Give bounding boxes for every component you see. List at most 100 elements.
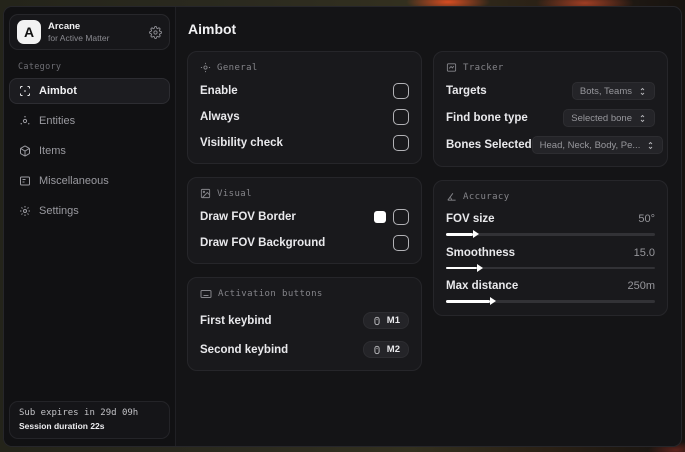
session-duration-text: Session duration 22s: [19, 421, 105, 431]
keybind-value: M1: [386, 315, 400, 326]
visual-card: Visual Draw FOV Border Draw FOV Backgrou…: [187, 177, 422, 264]
setting-row: Targets Bots, Teams: [446, 82, 655, 100]
select-value: Head, Neck, Body, Pe...: [539, 139, 641, 151]
max-distance-slider[interactable]: [446, 300, 655, 303]
general-card: General Enable Always Visibility check: [187, 51, 422, 164]
sidebar-item-entities[interactable]: Entities: [9, 108, 170, 134]
section-title: Tracker: [463, 62, 504, 73]
mouse-icon: [372, 316, 382, 326]
section-title: Visual: [217, 188, 252, 199]
sidebar: A Arcane for Active Matter Category Aimb…: [4, 7, 176, 446]
cube-icon: [19, 145, 31, 157]
entities-orbit-icon: [19, 115, 31, 127]
find-bone-type-select[interactable]: Selected bone: [563, 109, 655, 127]
always-checkbox[interactable]: [393, 108, 409, 125]
fov-size-slider-row: FOV size 50°: [446, 213, 655, 236]
sidebar-item-label: Aimbot: [39, 85, 77, 97]
setting-label: Second keybind: [200, 343, 289, 356]
setting-label: Bones Selected: [446, 139, 532, 151]
subscription-info-card: Sub expires in 29d 09h Session duration …: [9, 401, 170, 439]
mouse-icon: [372, 345, 382, 355]
slider-fill[interactable]: [446, 233, 474, 236]
setting-label: Targets: [446, 85, 487, 97]
brand-text: Arcane for Active Matter: [48, 21, 142, 44]
sidebar-item-label: Settings: [39, 205, 79, 217]
slider-fill[interactable]: [446, 266, 478, 269]
draw-fov-border-checkbox[interactable]: [393, 208, 409, 225]
sidebar-item-settings[interactable]: Settings: [9, 198, 170, 224]
image-icon: [200, 188, 211, 199]
activation-buttons-card: Activation buttons First keybind M1 Seco…: [187, 277, 422, 371]
slider-value: 15.0: [633, 246, 655, 259]
draw-fov-background-checkbox[interactable]: [393, 234, 409, 251]
setting-row: Bones Selected Head, Neck, Body, Pe...: [446, 136, 664, 154]
setting-label: Enable: [200, 84, 238, 97]
sub-expiry-text: Sub expires in 29d 09h: [19, 408, 139, 418]
menu-window: A Arcane for Active Matter Category Aimb…: [3, 6, 682, 447]
section-title: Activation buttons: [218, 289, 323, 299]
setting-row: Draw FOV Border: [200, 208, 409, 225]
max-distance-slider-row: Max distance 250m: [446, 280, 655, 303]
setting-row: Second keybind M2: [200, 341, 409, 358]
gear-icon[interactable]: [149, 25, 162, 39]
targets-select[interactable]: Bots, Teams: [571, 82, 655, 100]
sidebar-item-items[interactable]: Items: [9, 138, 170, 164]
focus-icon: [200, 62, 211, 73]
sidebar-item-label: Items: [39, 145, 66, 157]
right-column: Tracker Targets Bots, Teams Find bone ty…: [433, 51, 668, 384]
first-keybind-button[interactable]: M1: [362, 312, 409, 329]
visibility-check-checkbox[interactable]: [393, 134, 409, 151]
select-value: Bots, Teams: [579, 85, 632, 97]
fov-border-color-swatch[interactable]: [374, 210, 386, 223]
tracker-card: Tracker Targets Bots, Teams Find bone ty…: [433, 51, 668, 167]
page-title: Aimbot: [188, 21, 237, 37]
enable-checkbox[interactable]: [393, 82, 409, 99]
slider-value: 250m: [627, 280, 655, 292]
left-column: General Enable Always Visibility check V…: [187, 51, 422, 384]
brand-card: A Arcane for Active Matter: [9, 14, 170, 50]
brand-subtitle: for Active Matter: [48, 32, 110, 43]
setting-label: FOV size: [446, 213, 495, 225]
second-keybind-button[interactable]: M2: [362, 341, 409, 358]
category-label: Category: [18, 62, 62, 72]
setting-row: Always: [200, 108, 409, 125]
crosshair-scan-icon: [19, 85, 31, 97]
setting-row: Visibility check: [200, 134, 409, 151]
sidebar-item-label: Miscellaneous: [39, 175, 109, 187]
accuracy-card: Accuracy FOV size 50° Smoothness 15.0 Ma…: [433, 180, 668, 316]
gear-icon: [19, 205, 31, 217]
setting-row: Draw FOV Background: [200, 234, 409, 251]
sidebar-item-label: Entities: [39, 115, 76, 127]
tracker-chart-icon: [446, 62, 457, 73]
keyboard-icon: [200, 288, 212, 300]
unfold-arrows-icon: [638, 114, 647, 123]
setting-label: Find bone type: [446, 112, 528, 124]
setting-row: Find bone type Selected bone: [446, 109, 655, 127]
keybind-value: M2: [386, 344, 400, 355]
sidebar-item-miscellaneous[interactable]: Miscellaneous: [9, 168, 170, 194]
smoothness-slider-row: Smoothness 15.0: [446, 246, 655, 269]
slider-fill[interactable]: [446, 300, 490, 303]
setting-label: Smoothness: [446, 246, 516, 259]
setting-label: Visibility check: [200, 136, 283, 149]
setting-label: Draw FOV Border: [200, 210, 296, 223]
smoothness-slider[interactable]: [446, 266, 655, 269]
section-title: Accuracy: [463, 191, 510, 202]
setting-row: First keybind M1: [200, 312, 409, 329]
main-content: Aimbot General Enable Always Visibility …: [176, 7, 681, 446]
slider-value: 50°: [638, 213, 655, 225]
setting-label: Max distance: [446, 280, 519, 292]
brand-title: Arcane: [48, 20, 81, 32]
unfold-arrows-icon: [646, 141, 655, 150]
angle-icon: [446, 191, 457, 202]
brand-logo: A: [17, 20, 41, 44]
bones-selected-select[interactable]: Head, Neck, Body, Pe...: [531, 136, 664, 154]
unfold-arrows-icon: [638, 87, 647, 96]
setting-row: Enable: [200, 82, 409, 99]
panel-lines-icon: [19, 175, 31, 187]
sidebar-item-aimbot[interactable]: Aimbot: [9, 78, 170, 104]
fov-size-slider[interactable]: [446, 233, 655, 236]
setting-label: First keybind: [200, 314, 272, 327]
select-value: Selected bone: [571, 112, 632, 124]
setting-label: Draw FOV Background: [200, 236, 326, 249]
